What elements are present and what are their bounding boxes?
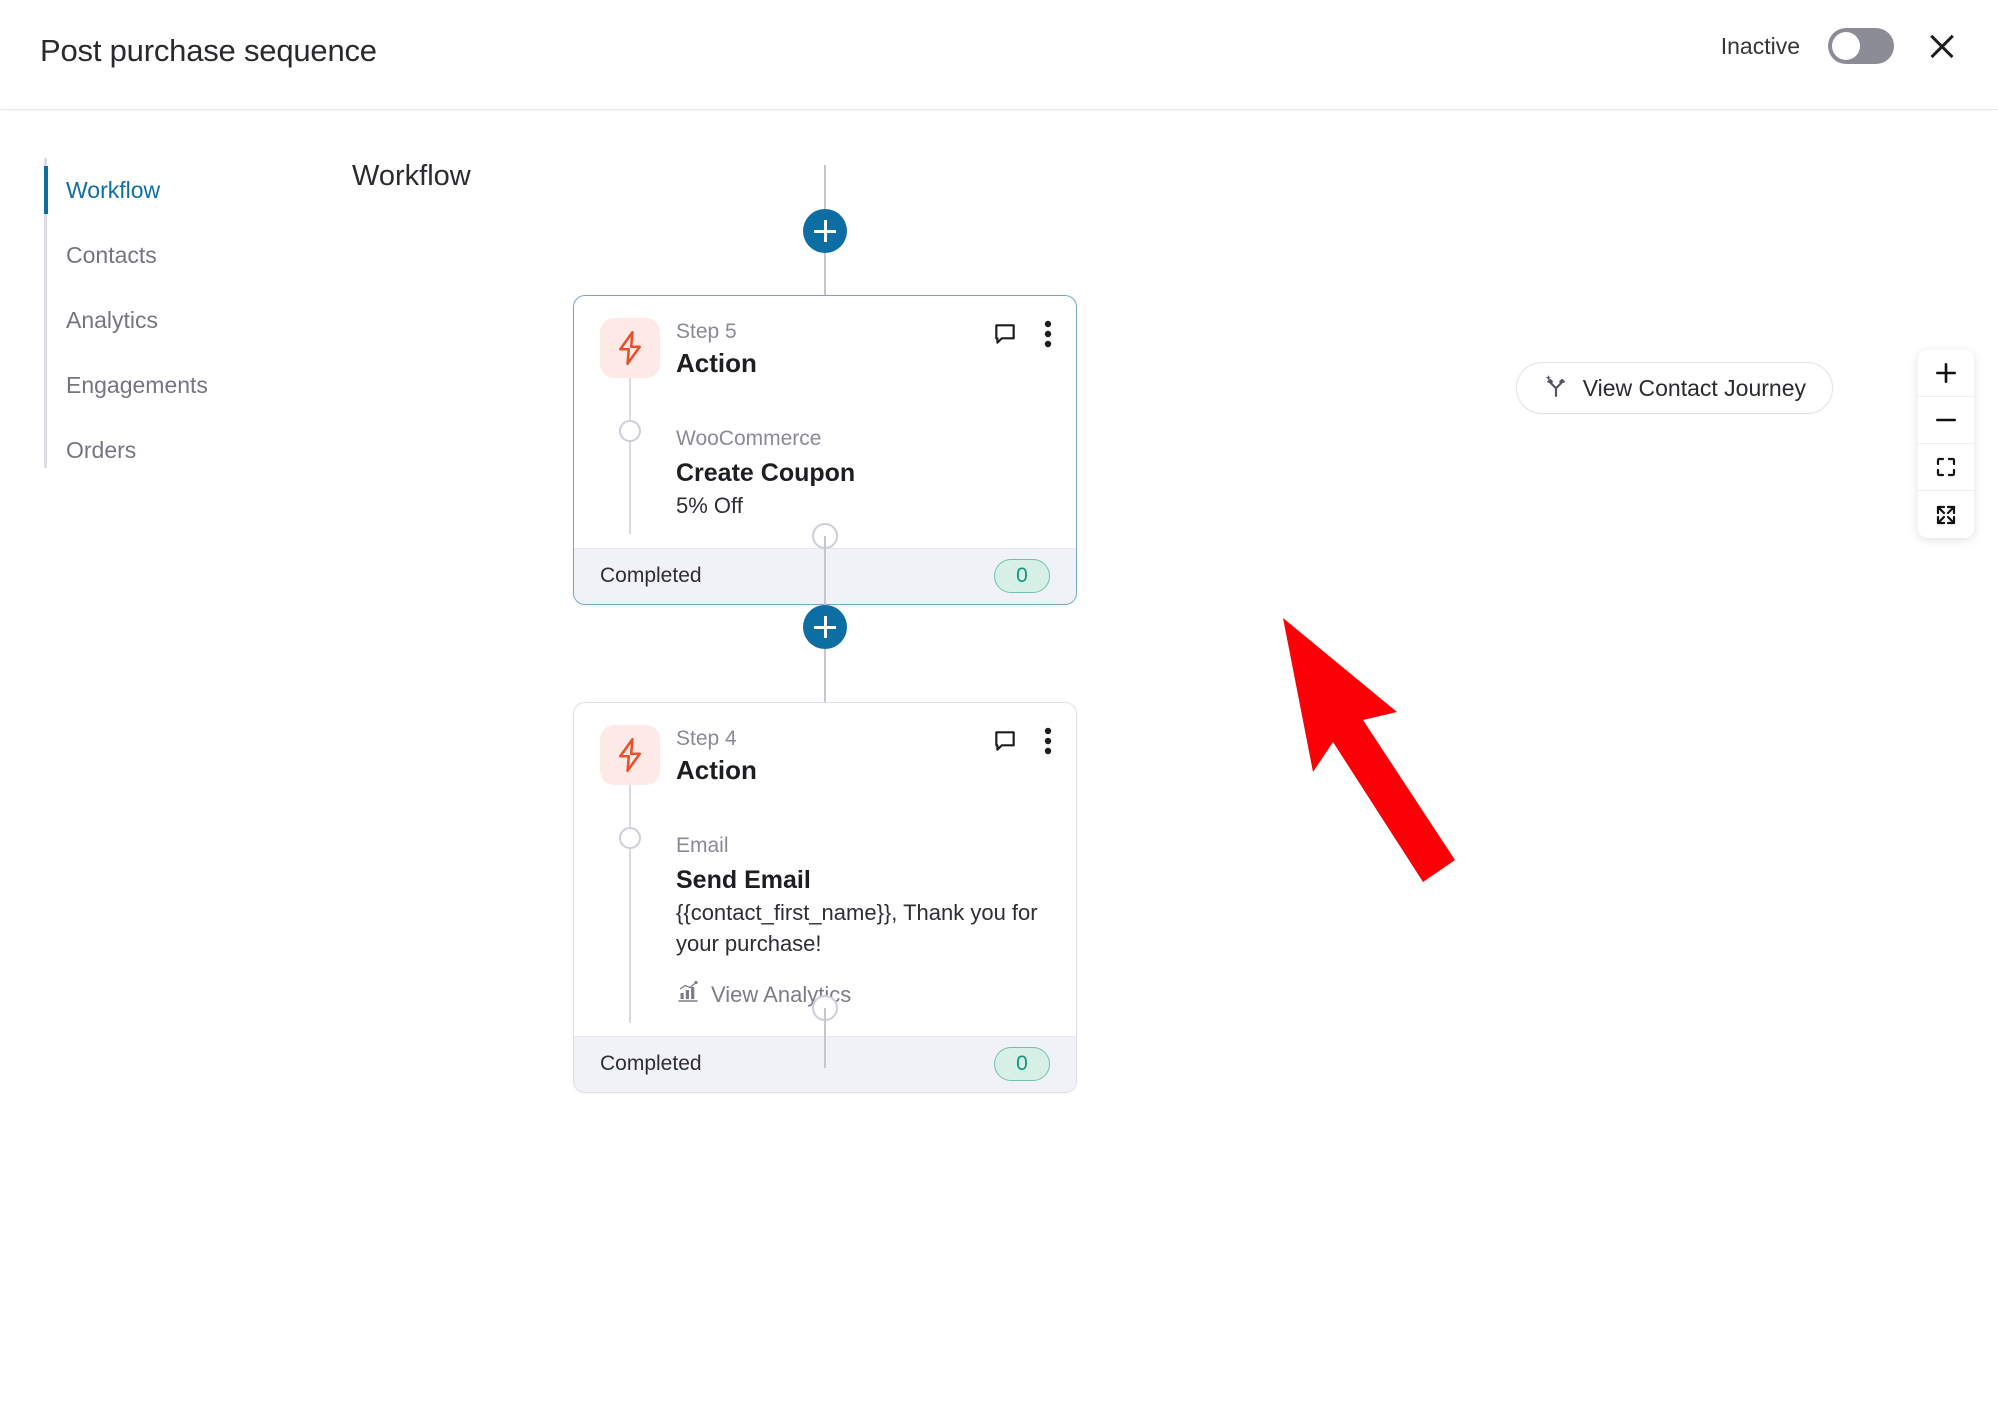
fit-view-icon[interactable] — [1918, 444, 1974, 491]
more-vertical-icon[interactable] — [1044, 320, 1052, 348]
card-inner-node — [619, 420, 641, 442]
card-icon-group — [992, 320, 1052, 348]
add-step-button-top[interactable] — [803, 209, 847, 253]
card-inner-rail — [629, 785, 631, 1023]
card-body: Step 5 Action WooCommerce Create Coupon … — [574, 296, 1076, 548]
add-step-button-middle[interactable] — [803, 605, 847, 649]
workflow-status-label: Inactive — [1720, 32, 1800, 59]
expand-arrows-icon[interactable] — [1918, 491, 1974, 538]
canvas-heading: Workflow — [352, 160, 471, 192]
more-vertical-icon[interactable] — [1044, 727, 1052, 755]
sidebar-item-label: Workflow — [66, 177, 161, 203]
header-actions: Inactive — [1721, 26, 1962, 66]
view-contact-journey-label: View Contact Journey — [1582, 374, 1806, 401]
step-type-label: Action — [676, 348, 757, 379]
step-action-title: Send Email — [676, 865, 811, 894]
page-title: Post purchase sequence — [40, 33, 377, 68]
card-body: Step 4 Action Email Send Email {{contact… — [574, 703, 1076, 1036]
zoom-toolbar — [1918, 350, 1974, 538]
lightning-bolt-icon — [600, 318, 660, 378]
zoom-out-button[interactable] — [1918, 397, 1974, 444]
step-action-subtitle: {{contact_first_name}}, Thank you for yo… — [676, 900, 1038, 956]
comment-icon[interactable] — [992, 728, 1018, 754]
comment-icon[interactable] — [992, 321, 1018, 347]
lightning-bolt-icon — [600, 725, 660, 785]
card-inner-node — [619, 827, 641, 849]
view-analytics-link[interactable]: View Analytics — [676, 980, 1050, 1010]
app-header: Post purchase sequence Inactive — [0, 0, 1998, 110]
step-app-name: WooCommerce — [676, 427, 822, 451]
card-detail: WooCommerce Create Coupon 5% Off — [676, 423, 1050, 522]
toggle-knob — [1832, 32, 1860, 60]
close-icon[interactable] — [1922, 26, 1962, 66]
step-action-subtitle: 5% Off — [676, 493, 743, 519]
card-inner-rail — [629, 378, 631, 534]
step-type-label: Action — [676, 755, 757, 786]
sidebar-item-label: Orders — [66, 437, 137, 463]
sidebar-item-label: Analytics — [66, 307, 159, 333]
sidebar-item-analytics[interactable]: Analytics — [44, 288, 294, 353]
zoom-in-button[interactable] — [1918, 350, 1974, 397]
workflow-canvas[interactable]: Workflow Step 5 Action WooCommerce Creat… — [300, 110, 1998, 1410]
sidebar-item-contacts[interactable]: Contacts — [44, 223, 294, 288]
workflow-active-toggle[interactable] — [1828, 28, 1894, 64]
step-app-name: Email — [676, 834, 729, 858]
card-detail: Email Send Email {{contact_first_name}},… — [676, 830, 1050, 1009]
bar-chart-icon — [676, 980, 700, 1010]
step-status-label: Completed — [600, 1052, 702, 1076]
step-action-title: Create Coupon — [676, 458, 856, 487]
sidebar-item-orders[interactable]: Orders — [44, 418, 294, 483]
sidebar-nav: Workflow Contacts Analytics Engagements … — [44, 158, 294, 483]
sidebar-item-engagements[interactable]: Engagements — [44, 353, 294, 418]
step-status-label: Completed — [600, 564, 702, 588]
step-count-badge[interactable]: 0 — [994, 1047, 1050, 1082]
connector-line-bottom — [824, 1008, 826, 1068]
sidebar-item-label: Engagements — [66, 372, 208, 398]
card-icon-group — [992, 727, 1052, 755]
view-contact-journey-button[interactable]: View Contact Journey — [1515, 362, 1833, 414]
step-count-badge[interactable]: 0 — [994, 559, 1050, 594]
sidebar-item-label: Contacts — [66, 242, 157, 268]
journey-branch-icon — [1543, 372, 1569, 404]
sidebar-item-workflow[interactable]: Workflow — [44, 158, 294, 223]
